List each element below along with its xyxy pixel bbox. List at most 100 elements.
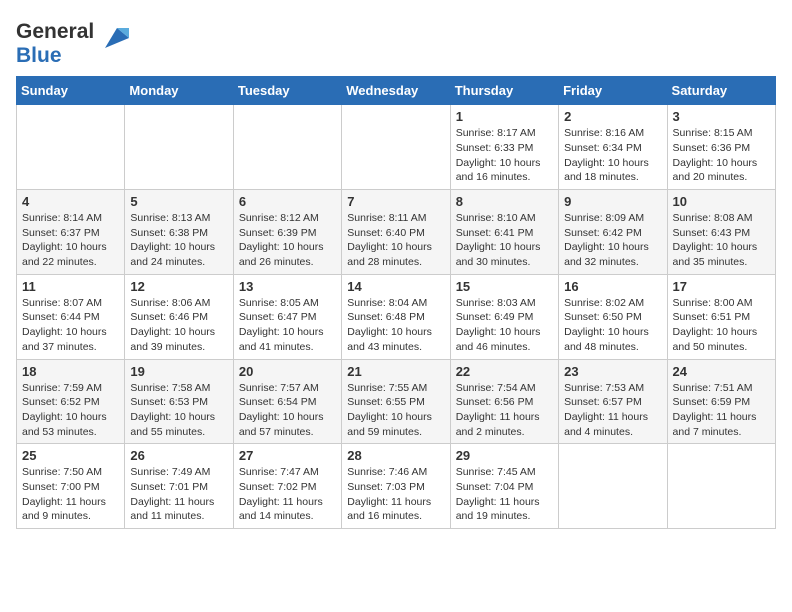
day-cell [17,105,125,190]
day-info: Sunrise: 7:45 AM Sunset: 7:04 PM Dayligh… [456,465,553,524]
day-cell [667,444,775,529]
day-info: Sunrise: 8:08 AM Sunset: 6:43 PM Dayligh… [673,211,770,270]
day-info: Sunrise: 7:50 AM Sunset: 7:00 PM Dayligh… [22,465,119,524]
day-number: 8 [456,194,553,209]
day-info: Sunrise: 7:55 AM Sunset: 6:55 PM Dayligh… [347,381,444,440]
logo-blue: Blue [16,44,94,68]
day-cell: 28 Sunrise: 7:46 AM Sunset: 7:03 PM Dayli… [342,444,450,529]
day-cell: 15 Sunrise: 8:03 AM Sunset: 6:49 PM Dayli… [450,274,558,359]
day-info: Sunrise: 8:10 AM Sunset: 6:41 PM Dayligh… [456,211,553,270]
day-cell [233,105,341,190]
week-row-2: 4 Sunrise: 8:14 AM Sunset: 6:37 PM Daylig… [17,190,776,275]
day-number: 2 [564,109,661,124]
day-info: Sunrise: 8:13 AM Sunset: 6:38 PM Dayligh… [130,211,227,270]
day-cell: 20 Sunrise: 7:57 AM Sunset: 6:54 PM Dayli… [233,359,341,444]
day-cell: 5Sunrise: 8:13 AM Sunset: 6:38 PM Daylig… [125,190,233,275]
day-info: Sunrise: 8:06 AM Sunset: 6:46 PM Dayligh… [130,296,227,355]
day-info: Sunrise: 8:04 AM Sunset: 6:48 PM Dayligh… [347,296,444,355]
day-header-monday: Monday [125,77,233,105]
day-info: Sunrise: 8:17 AM Sunset: 6:33 PM Dayligh… [456,126,553,185]
day-info: Sunrise: 8:15 AM Sunset: 6:36 PM Dayligh… [673,126,770,185]
day-cell [125,105,233,190]
day-info: Sunrise: 8:11 AM Sunset: 6:40 PM Dayligh… [347,211,444,270]
day-header-tuesday: Tuesday [233,77,341,105]
day-number: 27 [239,448,336,463]
day-cell: 22 Sunrise: 7:54 AM Sunset: 6:56 PM Dayli… [450,359,558,444]
day-number: 25 [22,448,119,463]
day-info: Sunrise: 7:47 AM Sunset: 7:02 PM Dayligh… [239,465,336,524]
day-info: Sunrise: 8:09 AM Sunset: 6:42 PM Dayligh… [564,211,661,270]
day-cell: 14 Sunrise: 8:04 AM Sunset: 6:48 PM Dayli… [342,274,450,359]
day-info: Sunrise: 8:14 AM Sunset: 6:37 PM Dayligh… [22,211,119,270]
day-cell [559,444,667,529]
day-header-friday: Friday [559,77,667,105]
day-info: Sunrise: 8:12 AM Sunset: 6:39 PM Dayligh… [239,211,336,270]
day-number: 9 [564,194,661,209]
day-cell: 1Sunrise: 8:17 AM Sunset: 6:33 PM Daylig… [450,105,558,190]
day-header-wednesday: Wednesday [342,77,450,105]
day-info: Sunrise: 8:02 AM Sunset: 6:50 PM Dayligh… [564,296,661,355]
header: General Blue [16,16,776,68]
day-number: 14 [347,279,444,294]
day-cell: 23 Sunrise: 7:53 AM Sunset: 6:57 PM Dayli… [559,359,667,444]
day-number: 15 [456,279,553,294]
day-cell: 12 Sunrise: 8:06 AM Sunset: 6:46 PM Dayli… [125,274,233,359]
day-number: 16 [564,279,661,294]
day-header-thursday: Thursday [450,77,558,105]
header-row: SundayMondayTuesdayWednesdayThursdayFrid… [17,77,776,105]
day-cell: 9 Sunrise: 8:09 AM Sunset: 6:42 PM Daylig… [559,190,667,275]
day-info: Sunrise: 8:05 AM Sunset: 6:47 PM Dayligh… [239,296,336,355]
day-number: 18 [22,364,119,379]
day-info: Sunrise: 7:54 AM Sunset: 6:56 PM Dayligh… [456,381,553,440]
day-number: 13 [239,279,336,294]
day-cell [342,105,450,190]
day-number: 11 [22,279,119,294]
logo: General Blue [16,20,129,68]
logo-general: General [16,20,94,44]
day-info: Sunrise: 7:59 AM Sunset: 6:52 PM Dayligh… [22,381,119,440]
day-header-sunday: Sunday [17,77,125,105]
day-number: 22 [456,364,553,379]
day-info: Sunrise: 7:57 AM Sunset: 6:54 PM Dayligh… [239,381,336,440]
day-cell: 3 Sunrise: 8:15 AM Sunset: 6:36 PM Daylig… [667,105,775,190]
calendar-table: SundayMondayTuesdayWednesdayThursdayFrid… [16,76,776,529]
day-cell: 17Sunrise: 8:00 AM Sunset: 6:51 PM Dayli… [667,274,775,359]
week-row-3: 11 Sunrise: 8:07 AM Sunset: 6:44 PM Dayli… [17,274,776,359]
day-info: Sunrise: 8:16 AM Sunset: 6:34 PM Dayligh… [564,126,661,185]
day-info: Sunrise: 8:03 AM Sunset: 6:49 PM Dayligh… [456,296,553,355]
day-number: 6 [239,194,336,209]
day-cell: 25 Sunrise: 7:50 AM Sunset: 7:00 PM Dayli… [17,444,125,529]
day-cell: 16 Sunrise: 8:02 AM Sunset: 6:50 PM Dayli… [559,274,667,359]
day-number: 28 [347,448,444,463]
day-info: Sunrise: 8:07 AM Sunset: 6:44 PM Dayligh… [22,296,119,355]
week-row-5: 25 Sunrise: 7:50 AM Sunset: 7:00 PM Dayli… [17,444,776,529]
day-number: 21 [347,364,444,379]
day-cell: 13 Sunrise: 8:05 AM Sunset: 6:47 PM Dayli… [233,274,341,359]
day-number: 19 [130,364,227,379]
day-cell: 29 Sunrise: 7:45 AM Sunset: 7:04 PM Dayli… [450,444,558,529]
day-cell: 6 Sunrise: 8:12 AM Sunset: 6:39 PM Daylig… [233,190,341,275]
day-info: Sunrise: 7:46 AM Sunset: 7:03 PM Dayligh… [347,465,444,524]
day-cell: 26 Sunrise: 7:49 AM Sunset: 7:01 PM Dayli… [125,444,233,529]
day-cell: 19 Sunrise: 7:58 AM Sunset: 6:53 PM Dayli… [125,359,233,444]
day-cell: 18 Sunrise: 7:59 AM Sunset: 6:52 PM Dayli… [17,359,125,444]
day-number: 3 [673,109,770,124]
day-number: 29 [456,448,553,463]
day-cell: 10Sunrise: 8:08 AM Sunset: 6:43 PM Dayli… [667,190,775,275]
day-cell: 7Sunrise: 8:11 AM Sunset: 6:40 PM Daylig… [342,190,450,275]
day-cell: 8 Sunrise: 8:10 AM Sunset: 6:41 PM Daylig… [450,190,558,275]
logo-icon [97,24,129,56]
day-number: 12 [130,279,227,294]
day-info: Sunrise: 7:58 AM Sunset: 6:53 PM Dayligh… [130,381,227,440]
day-info: Sunrise: 7:49 AM Sunset: 7:01 PM Dayligh… [130,465,227,524]
day-info: Sunrise: 7:53 AM Sunset: 6:57 PM Dayligh… [564,381,661,440]
day-header-saturday: Saturday [667,77,775,105]
day-number: 23 [564,364,661,379]
day-number: 17 [673,279,770,294]
day-cell: 24Sunrise: 7:51 AM Sunset: 6:59 PM Dayli… [667,359,775,444]
day-number: 24 [673,364,770,379]
day-number: 26 [130,448,227,463]
day-number: 4 [22,194,119,209]
day-cell: 21 Sunrise: 7:55 AM Sunset: 6:55 PM Dayli… [342,359,450,444]
day-number: 20 [239,364,336,379]
